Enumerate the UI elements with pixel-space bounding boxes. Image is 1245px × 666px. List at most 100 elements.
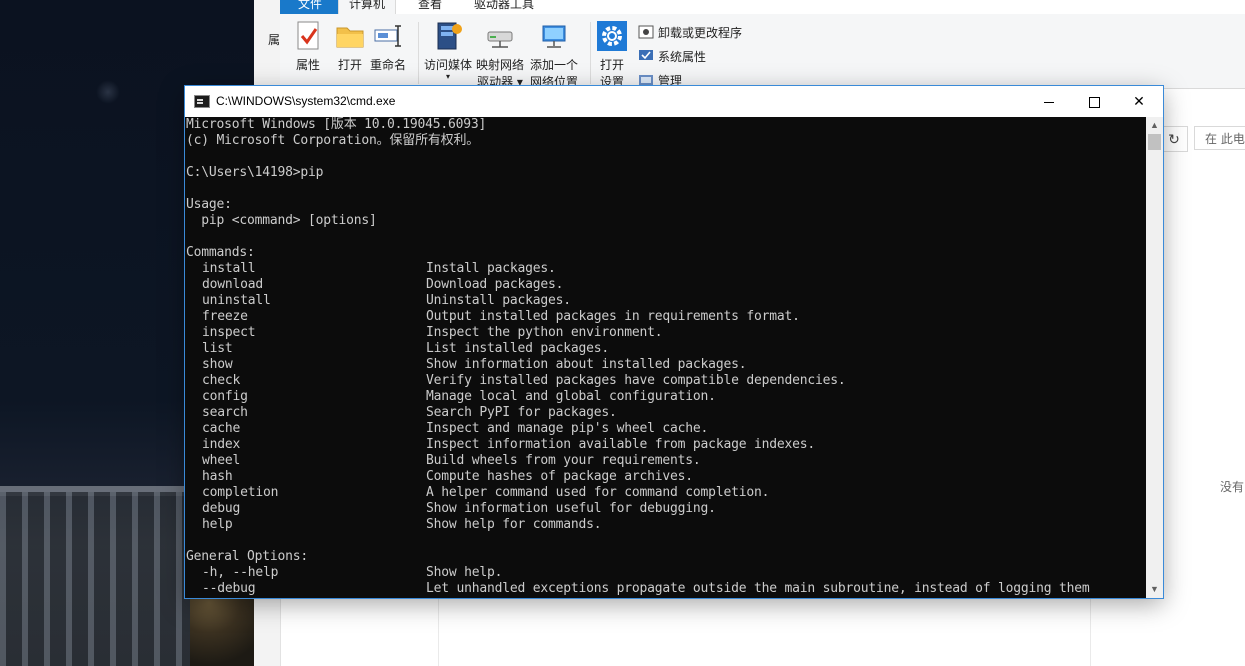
console-line: Usage: xyxy=(186,197,232,212)
system-properties-label: 系统属性 xyxy=(658,49,707,64)
open-button[interactable]: 打开 xyxy=(334,20,366,73)
command-row-description: Install packages. xyxy=(426,261,556,276)
console-line: (c) Microsoft Corporation。保留所有权利。 xyxy=(186,133,480,148)
open-settings-button[interactable]: 打开 设置 xyxy=(596,20,628,90)
content-pane-divider xyxy=(1090,598,1091,666)
command-row: wheel Build wheels from your requirements… xyxy=(186,453,1146,469)
access-media-label: 访问媒体 xyxy=(424,58,473,72)
command-row-description: Download packages. xyxy=(426,277,564,292)
scroll-down-arrow-icon[interactable]: ▼ xyxy=(1146,581,1163,598)
command-row-name: uninstall xyxy=(202,293,271,308)
command-row-name: list xyxy=(202,341,233,356)
command-row: show Show information about installed pac… xyxy=(186,357,1146,373)
command-row-description: Show information useful for debugging. xyxy=(426,501,716,516)
command-row-name: show xyxy=(202,357,233,372)
add-network-location-button[interactable]: 添加一个 网络位置 xyxy=(530,20,578,90)
console-line: Microsoft Windows [版本 10.0.19045.6093] xyxy=(186,117,487,132)
settings-gear-icon xyxy=(596,20,628,52)
option-row-name: --debug xyxy=(202,581,256,596)
rename-icon xyxy=(372,20,404,52)
command-row-name: index xyxy=(202,437,241,452)
command-row: cache Inspect and manage pip's wheel cach… xyxy=(186,421,1146,437)
properties-label: 属性 xyxy=(295,58,320,72)
console-line: C:\Users\14198>pip xyxy=(186,165,324,180)
command-row-name: check xyxy=(202,373,241,388)
open-settings-label: 打开 xyxy=(599,58,624,72)
option-row-description: Show help. xyxy=(426,565,503,580)
uninstall-programs-button[interactable]: 卸载或更改程序 xyxy=(638,22,742,42)
minimize-button[interactable] xyxy=(1026,86,1072,117)
rename-button[interactable]: 重命名 xyxy=(370,20,406,73)
option-row: --debug Let unhandled exceptions propagat… xyxy=(186,581,1146,597)
scrollbar-thumb[interactable] xyxy=(1148,134,1161,150)
tab-view[interactable]: 查看 xyxy=(408,0,452,14)
map-network-label: 映射网络 xyxy=(476,58,525,72)
vertical-scrollbar[interactable]: ▲ ▼ xyxy=(1146,117,1163,598)
command-row-description: Show information about installed package… xyxy=(426,357,747,372)
console-output-area[interactable]: Microsoft Windows [版本 10.0.19045.6093] (c… xyxy=(185,117,1146,598)
command-row-description: Verify installed packages have compatibl… xyxy=(426,373,846,388)
command-row-description: Uninstall packages. xyxy=(426,293,571,308)
tab-driver-tools[interactable]: 驱动器工具 xyxy=(464,0,544,14)
close-icon: ✕ xyxy=(1133,93,1145,109)
refresh-button[interactable]: ↻ xyxy=(1160,126,1188,152)
command-row: index Inspect information available from … xyxy=(186,437,1146,453)
ribbon-separator xyxy=(590,22,591,84)
minimize-icon xyxy=(1044,101,1054,103)
empty-folder-text: 没有 xyxy=(1220,480,1245,494)
search-input[interactable]: 在 此电 xyxy=(1194,126,1245,150)
command-row: uninstall Uninstall packages. xyxy=(186,293,1146,309)
option-row: -h, --help Show help. xyxy=(186,565,1146,581)
command-row-name: inspect xyxy=(202,325,256,340)
access-media-button[interactable]: 访问媒体 ▾ xyxy=(424,20,472,81)
cmd-window[interactable]: C:\WINDOWS\system32\cmd.exe ✕ Microsoft … xyxy=(185,86,1163,598)
network-location-icon xyxy=(538,20,570,52)
command-row: inspect Inspect the python environment. xyxy=(186,325,1146,341)
command-row-name: cache xyxy=(202,421,241,436)
console-text: Microsoft Windows [版本 10.0.19045.6093] (c… xyxy=(185,117,1146,597)
command-row-description: Inspect and manage pip's wheel cache. xyxy=(426,421,709,436)
command-row-description: Build wheels from your requirements. xyxy=(426,453,701,468)
system-properties-icon xyxy=(638,48,654,64)
command-row-description: A helper command used for command comple… xyxy=(426,485,770,500)
network-drive-icon xyxy=(484,20,516,52)
command-row-name: download xyxy=(202,277,264,292)
map-network-drive-button[interactable]: 映射网络 驱动器 ▾ xyxy=(476,20,524,90)
scroll-up-arrow-icon[interactable]: ▲ xyxy=(1146,117,1163,134)
rename-label: 重命名 xyxy=(370,58,407,72)
cmd-title-bar[interactable]: C:\WINDOWS\system32\cmd.exe ✕ xyxy=(185,86,1163,117)
command-row: install Install packages. xyxy=(186,261,1146,277)
close-button[interactable]: ✕ xyxy=(1116,86,1162,117)
console-icon xyxy=(194,95,210,108)
tab-computer[interactable]: 计算机 xyxy=(338,0,397,15)
command-row: list List installed packages. xyxy=(186,341,1146,357)
command-row-description: Inspect the python environment. xyxy=(426,325,663,340)
command-row: hash Compute hashes of package archives. xyxy=(186,469,1146,485)
console-line: Commands: xyxy=(186,245,255,260)
properties-button[interactable]: 属性 xyxy=(292,20,324,73)
media-server-icon xyxy=(432,20,464,52)
command-row-description: Manage local and global configuration. xyxy=(426,389,716,404)
add-network-label: 添加一个 xyxy=(530,58,579,72)
cmd-title: C:\WINDOWS\system32\cmd.exe xyxy=(216,94,396,108)
command-row-name: debug xyxy=(202,501,241,516)
maximize-icon xyxy=(1088,96,1100,108)
command-row-description: List installed packages. xyxy=(426,341,610,356)
command-row: download Download packages. xyxy=(186,277,1146,293)
maximize-button[interactable] xyxy=(1071,86,1117,117)
programs-icon xyxy=(638,24,654,40)
command-row: debug Show information useful for debuggi… xyxy=(186,501,1146,517)
open-label: 打开 xyxy=(337,58,362,72)
dropdown-arrow-icon: ▾ xyxy=(446,72,451,81)
system-properties-button[interactable]: 系统属性 xyxy=(638,46,706,66)
command-row-description: Output installed packages in requirement… xyxy=(426,309,800,324)
tab-file[interactable]: 文件 xyxy=(280,0,340,14)
ribbon: 属性 打开 重命名 访问媒体 ▾ 映射网络 驱动器 ▾ 添加一个 网络位置 打开… xyxy=(280,14,1245,89)
command-row-name: install xyxy=(202,261,256,276)
option-row-description: Let unhandled exceptions propagate outsi… xyxy=(426,581,1090,596)
command-row: freeze Output installed packages in requi… xyxy=(186,309,1146,325)
command-row-name: freeze xyxy=(202,309,248,324)
